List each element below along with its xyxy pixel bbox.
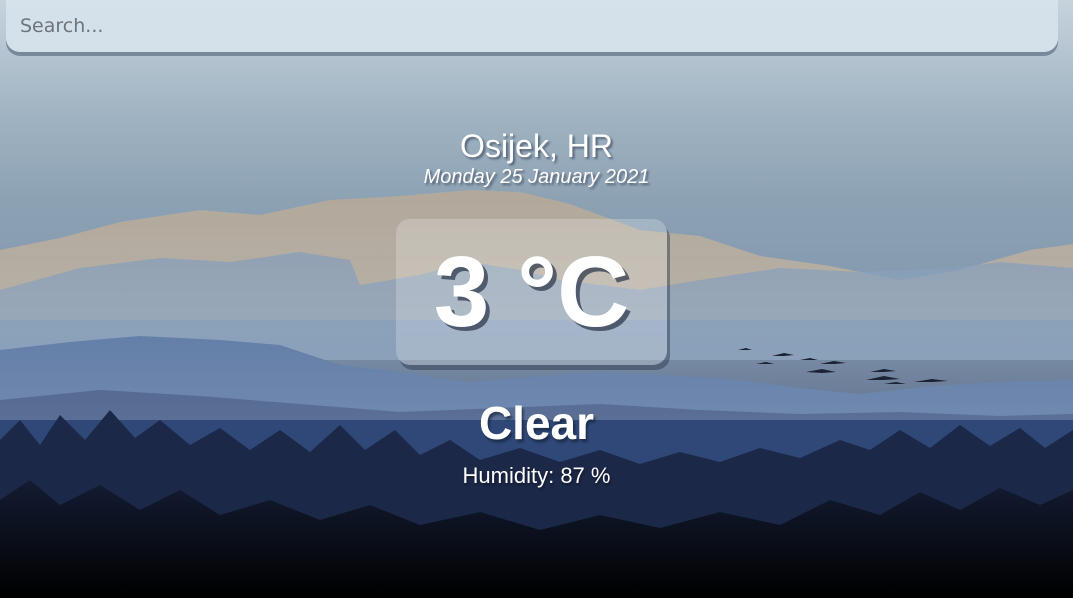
search-bar — [6, 0, 1058, 52]
date-label: Monday 25 January 2021 — [423, 166, 650, 188]
temperature-card: 3 °C — [396, 219, 667, 365]
location-label: Osijek, HR — [460, 128, 613, 164]
search-input[interactable] — [6, 0, 1058, 52]
weather-app: Osijek, HR Monday 25 January 2021 3 °C C… — [0, 0, 1073, 598]
weather-condition: Clear — [478, 397, 595, 449]
humidity-label: Humidity: 87 % — [462, 463, 611, 488]
temperature-value: 3 °C — [433, 236, 630, 348]
